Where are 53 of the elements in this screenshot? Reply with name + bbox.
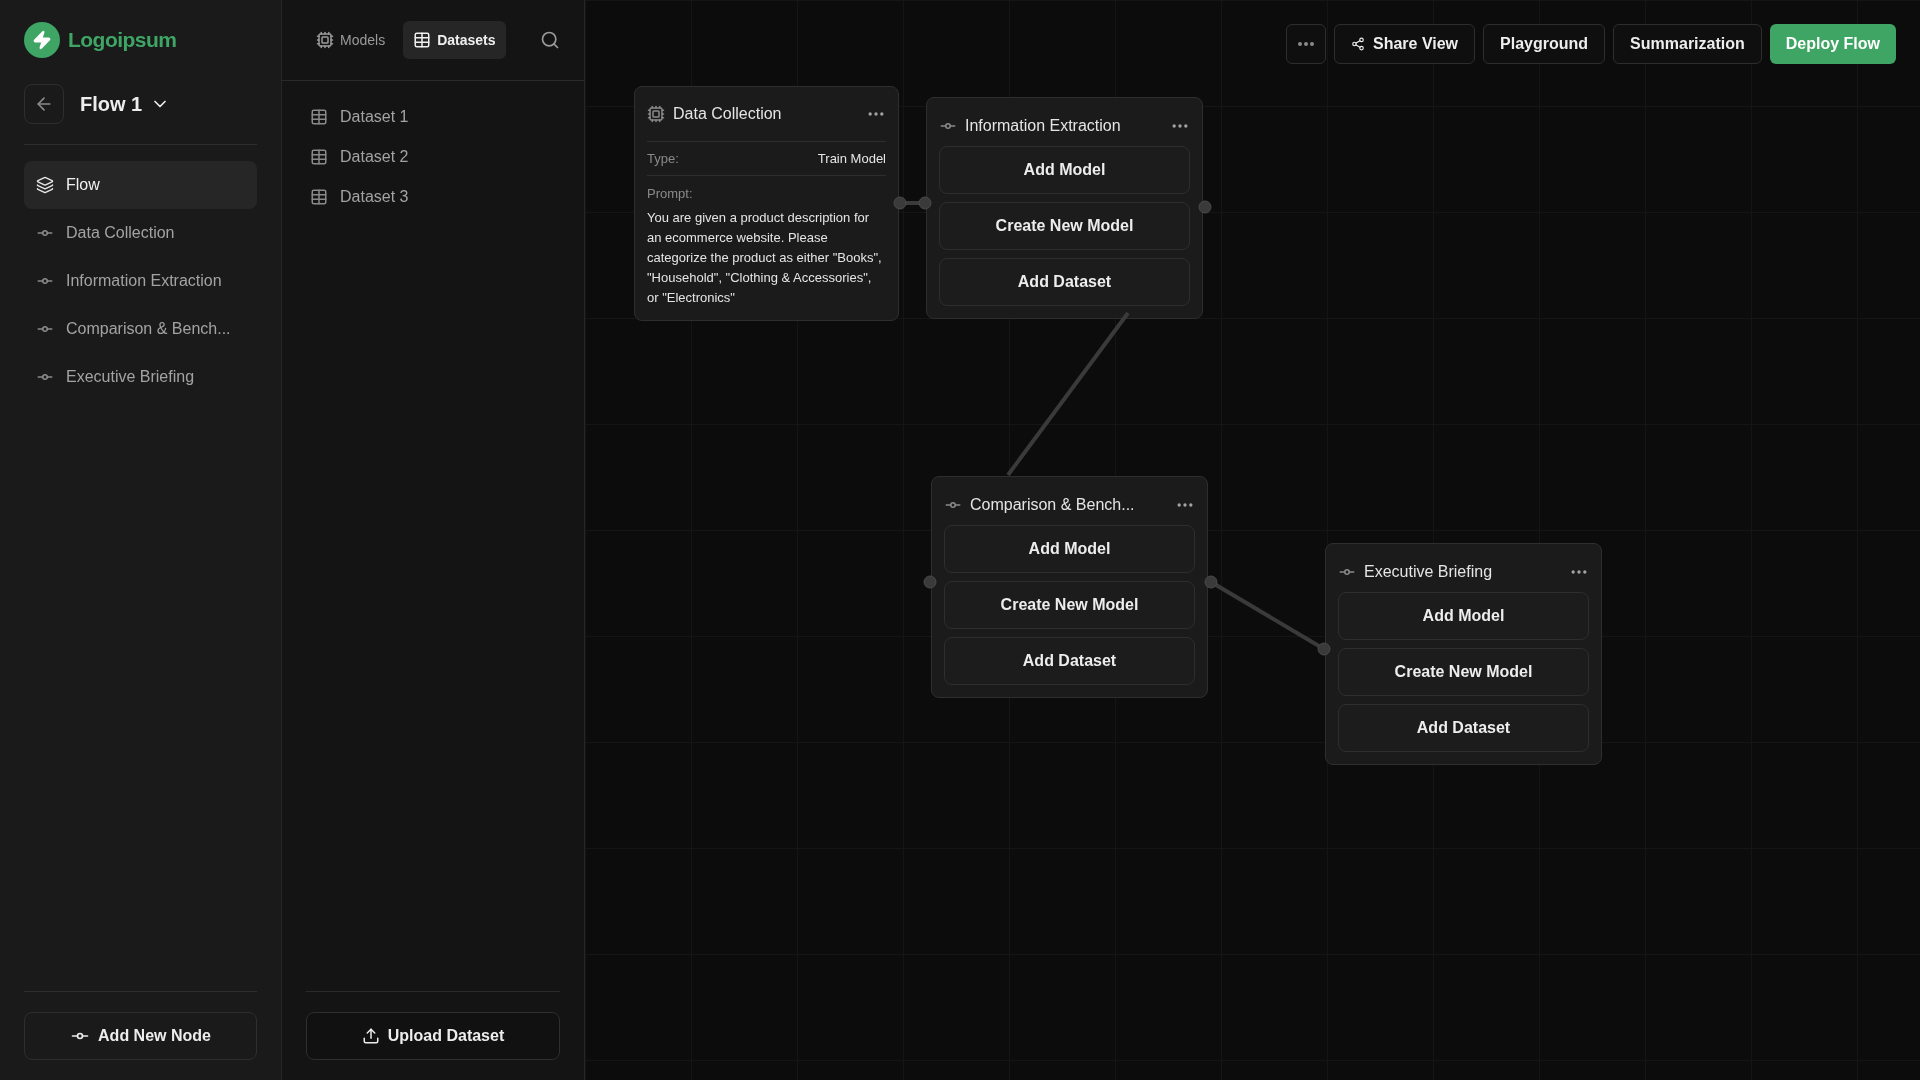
field-label: Type: xyxy=(647,149,679,168)
sidebar-item[interactable]: Information Extraction xyxy=(24,257,257,305)
node-action-button[interactable]: Add Dataset xyxy=(1338,704,1589,752)
logo-icon xyxy=(24,22,60,58)
node-title: Information Extraction xyxy=(965,116,1121,136)
node-action-button[interactable]: Add Model xyxy=(1338,592,1589,640)
more-icon xyxy=(1297,42,1314,46)
node-card[interactable] xyxy=(634,86,899,321)
node-action-button[interactable]: Create New Model xyxy=(1338,648,1589,696)
dataset-item[interactable]: Dataset 1 xyxy=(306,97,560,137)
table-icon xyxy=(310,148,328,166)
node-card[interactable]: Comparison & Bench... Add Model Create New Model Add Dataset xyxy=(931,476,1208,698)
table-icon xyxy=(310,108,328,126)
node-title: Data Collection xyxy=(673,104,782,124)
dataset-item[interactable]: Dataset 2 xyxy=(306,137,560,177)
node-card[interactable]: Executive Briefing Add Model Create New Model Add Dataset xyxy=(1325,543,1602,765)
chip-icon xyxy=(647,105,665,123)
search-icon[interactable] xyxy=(540,30,560,50)
node-title: Comparison & Bench... xyxy=(970,495,1135,515)
sidebar-item[interactable]: Executive Briefing xyxy=(24,353,257,401)
dataset-item[interactable]: Dataset 3 xyxy=(306,177,560,217)
table-icon xyxy=(413,31,432,49)
upload-dataset-button[interactable]: Upload Dataset xyxy=(306,1012,560,1060)
sidebar-item[interactable]: Comparison & Bench... xyxy=(24,305,257,353)
node-card[interactable]: Information Extraction Add Model Create New Model Add Dataset xyxy=(926,97,1203,319)
share-icon xyxy=(1350,37,1365,51)
connector xyxy=(893,196,932,210)
prompt-text: You are given a product description for an ecommerce website. Please categorize the product as either "Books", "Household", "Clothing & Accessories", or "Electronics" xyxy=(647,208,883,307)
node-title: Executive Briefing xyxy=(1364,562,1493,582)
toolbar-button[interactable]: Summarization xyxy=(1613,24,1762,64)
chip-icon xyxy=(316,31,334,49)
flow-title[interactable]: Flow 1 xyxy=(80,89,143,119)
node-action-button[interactable]: Create New Model xyxy=(939,202,1190,250)
layers-icon xyxy=(36,176,54,194)
toolbar-button[interactable]: Playground xyxy=(1483,24,1606,64)
field-value: Train Model xyxy=(817,149,886,168)
brand-name: Logoipsum xyxy=(68,27,177,54)
field-label: Prompt: xyxy=(647,185,694,203)
sidebar-item[interactable]: Flow xyxy=(24,161,257,209)
node-action-button[interactable]: Add Model xyxy=(944,525,1195,573)
upload-icon xyxy=(361,1027,380,1045)
back-button[interactable] xyxy=(24,84,64,124)
node-action-button[interactable]: Create New Model xyxy=(944,581,1195,629)
tab[interactable]: Datasets xyxy=(403,21,506,59)
node-action-button[interactable]: Add Model xyxy=(939,146,1190,194)
tab[interactable]: Models xyxy=(306,21,396,59)
add-node-button[interactable]: Add New Node xyxy=(24,1012,257,1060)
table-icon xyxy=(310,188,328,206)
node-action-button[interactable]: Add Dataset xyxy=(939,258,1190,306)
sidebar-item[interactable]: Data Collection xyxy=(24,209,257,257)
node-action-button[interactable]: Add Dataset xyxy=(944,637,1195,685)
more-button[interactable] xyxy=(1285,24,1326,64)
share-button[interactable]: Share View xyxy=(1333,24,1476,64)
